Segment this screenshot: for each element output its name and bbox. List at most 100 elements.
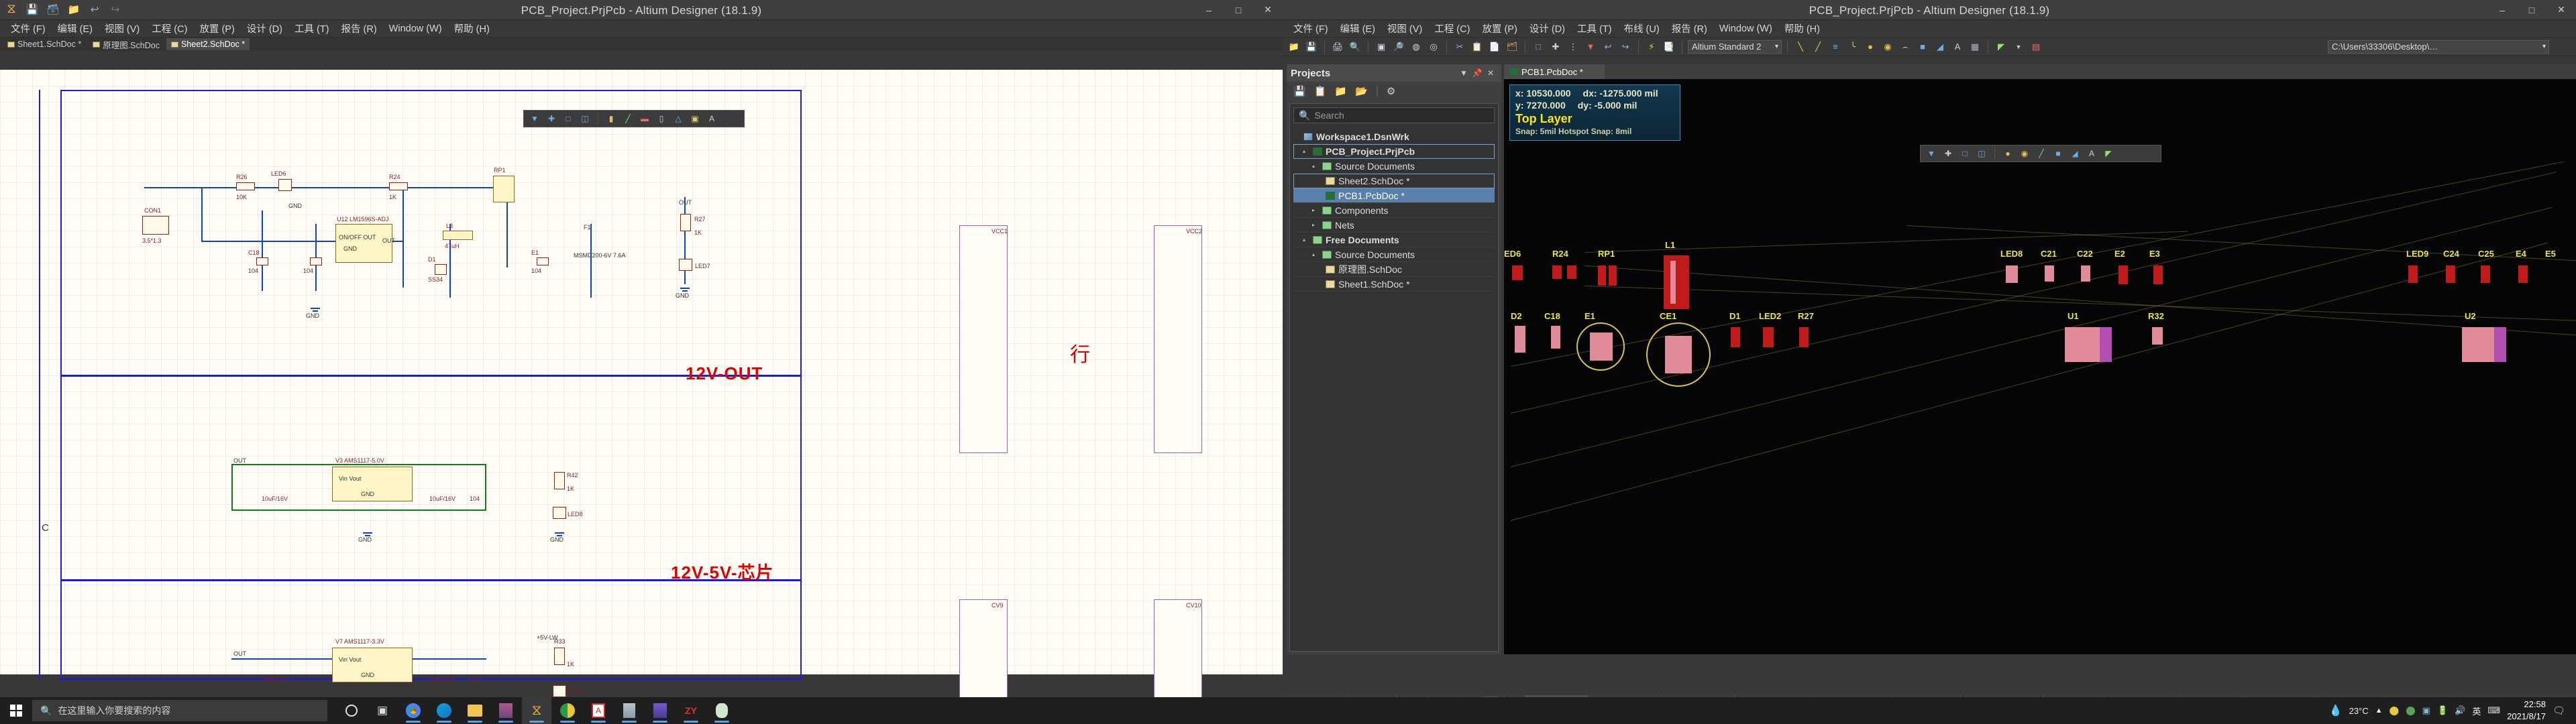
- tree-arrow[interactable]: ▴: [1303, 148, 1309, 154]
- folder-icon[interactable]: [460, 697, 490, 724]
- pcb-pad[interactable]: [1551, 326, 1560, 349]
- project-options-icon[interactable]: 📂: [1355, 85, 1368, 97]
- app-icon[interactable]: [707, 697, 737, 724]
- component-c18[interactable]: [256, 257, 268, 265]
- volume-icon[interactable]: 🔊: [2455, 705, 2465, 716]
- cut-icon[interactable]: ✂: [1452, 40, 1467, 54]
- dimension-icon[interactable]: ◤: [1994, 40, 2008, 54]
- print-preview-icon[interactable]: 🔍: [1348, 40, 1362, 54]
- dimension-icon[interactable]: ◤: [2102, 147, 2115, 160]
- zy-icon[interactable]: ZY: [676, 697, 706, 724]
- copy-icon[interactable]: 📋: [1314, 85, 1327, 97]
- polygon-icon[interactable]: ◢: [2068, 147, 2082, 160]
- pcb-pad[interactable]: [1665, 336, 1692, 373]
- via-icon[interactable]: ◉: [2018, 147, 2031, 160]
- component-r24[interactable]: [389, 182, 408, 190]
- tree-arrow[interactable]: ▴: [1312, 163, 1319, 169]
- deselect-icon[interactable]: ⋮: [1566, 40, 1580, 54]
- pcb-pad[interactable]: [1515, 326, 1525, 353]
- calculator-icon[interactable]: [614, 697, 644, 724]
- menu-design[interactable]: 设计 (D): [241, 19, 288, 38]
- arc-icon[interactable]: ⌢: [1898, 40, 1913, 54]
- pcb-pad[interactable]: [1552, 265, 1562, 279]
- pcb-pad[interactable]: [2408, 265, 2418, 283]
- polygon-icon[interactable]: ◢: [1933, 40, 1947, 54]
- pcb-pad[interactable]: [1609, 265, 1617, 286]
- component-l3[interactable]: [443, 231, 473, 240]
- add-icon[interactable]: ✚: [1941, 147, 1955, 160]
- zoom-area-icon[interactable]: 🔎: [1391, 40, 1406, 54]
- office-icon[interactable]: [553, 697, 582, 724]
- menu-view[interactable]: 视图 (V): [99, 19, 145, 38]
- menu-file[interactable]: 文件 (F): [5, 19, 51, 38]
- menu-edit[interactable]: 编辑 (E): [1335, 19, 1381, 38]
- tree-item-source-documents[interactable]: ▴ Source Documents: [1293, 159, 1495, 174]
- open-icon[interactable]: 📁: [1287, 40, 1301, 54]
- tree-arrow[interactable]: ▸: [1312, 222, 1319, 228]
- pcb-pad[interactable]: [1799, 327, 1809, 347]
- people-icon[interactable]: [645, 697, 675, 724]
- cortana-icon[interactable]: [337, 697, 366, 724]
- tree-item-project[interactable]: ▴ PCB_Project.PrjPcb: [1293, 144, 1495, 159]
- pcb-pad[interactable]: [1512, 265, 1523, 280]
- tree-arrow[interactable]: ▴: [1303, 237, 1309, 243]
- doc-tab-sheet2[interactable]: Sheet2.SchDoc *: [166, 38, 250, 50]
- task-view-icon[interactable]: ▣: [368, 697, 397, 724]
- route-icon[interactable]: ╲: [1793, 40, 1808, 54]
- zoom-selected-icon[interactable]: ◍: [1409, 40, 1424, 54]
- notification-icon[interactable]: 🗨: [2553, 705, 2565, 717]
- close-button[interactable]: ✕: [2546, 0, 2576, 19]
- component-con1[interactable]: [142, 216, 169, 235]
- menu-reports[interactable]: 报告 (R): [336, 19, 382, 38]
- clear-filter-icon[interactable]: ▼: [1583, 40, 1598, 54]
- pcb-pad[interactable]: [2081, 265, 2090, 282]
- weather-icon[interactable]: 💧: [2329, 704, 2343, 717]
- component-r42[interactable]: [554, 472, 565, 489]
- fill-icon[interactable]: ■: [2051, 147, 2065, 160]
- connector-vcc2[interactable]: [1154, 225, 1202, 453]
- zoom-filter-icon[interactable]: ◎: [1426, 40, 1441, 54]
- pcb-pad[interactable]: [1763, 327, 1774, 347]
- taskbar-clock[interactable]: 22:58 2021/8/17: [2507, 699, 2546, 722]
- ime-icon[interactable]: 英: [2472, 705, 2481, 717]
- pcb-pad[interactable]: [1664, 255, 1689, 309]
- tray-app2-icon[interactable]: ⬤: [2406, 705, 2416, 716]
- component-led7[interactable]: [679, 259, 692, 271]
- pad-icon[interactable]: ●: [2001, 147, 2015, 160]
- align-icon[interactable]: ◫: [1975, 147, 1988, 160]
- pcb-pad[interactable]: [2006, 265, 2018, 283]
- menu-design[interactable]: 设计 (D): [1524, 19, 1570, 38]
- tree-item-sheet1[interactable]: Sheet1.SchDoc *: [1293, 277, 1495, 292]
- copy-icon[interactable]: 📋: [1470, 40, 1485, 54]
- store-icon[interactable]: [491, 697, 521, 724]
- projects-search-input[interactable]: 🔍 Search: [1293, 107, 1495, 123]
- paste-special-icon[interactable]: 🗂: [1505, 40, 1519, 54]
- dimension-dropdown-icon[interactable]: ▼: [2011, 40, 2026, 54]
- undo-icon[interactable]: ↩: [1601, 40, 1615, 54]
- altium-icon[interactable]: ⧖: [522, 697, 551, 724]
- component-led6[interactable]: [278, 179, 292, 191]
- layer-stack-icon[interactable]: ▤: [2029, 40, 2043, 54]
- menu-help[interactable]: 帮助 (H): [449, 19, 495, 38]
- select-area-icon[interactable]: □: [1531, 40, 1546, 54]
- menu-route[interactable]: 布线 (U): [1619, 19, 1665, 38]
- tree-item-workspace[interactable]: Workspace1.DsnWrk: [1293, 129, 1495, 144]
- pcb-pad[interactable]: [1590, 333, 1613, 361]
- component-rp1[interactable]: [493, 176, 515, 202]
- pad-icon[interactable]: ●: [1863, 40, 1878, 54]
- pcb-pad[interactable]: [2065, 327, 2100, 362]
- zoom-document-icon[interactable]: ▣: [1374, 40, 1389, 54]
- cross-probe-icon[interactable]: ⚡: [1644, 40, 1659, 54]
- select-area-icon[interactable]: □: [1958, 147, 1972, 160]
- network-icon[interactable]: ▣: [2422, 705, 2430, 716]
- edge-icon[interactable]: [429, 697, 459, 724]
- filter-icon[interactable]: ▼: [1925, 147, 1938, 160]
- menu-window[interactable]: Window (W): [1714, 21, 1778, 36]
- menu-file[interactable]: 文件 (F): [1288, 19, 1334, 38]
- pcb-pad[interactable]: [2152, 327, 2163, 345]
- start-button[interactable]: [0, 697, 32, 724]
- component-r33[interactable]: [554, 648, 565, 665]
- menu-place[interactable]: 放置 (P): [194, 19, 239, 38]
- pcb-pad[interactable]: [2518, 265, 2528, 283]
- differential-pair-icon[interactable]: ≡: [1828, 40, 1843, 54]
